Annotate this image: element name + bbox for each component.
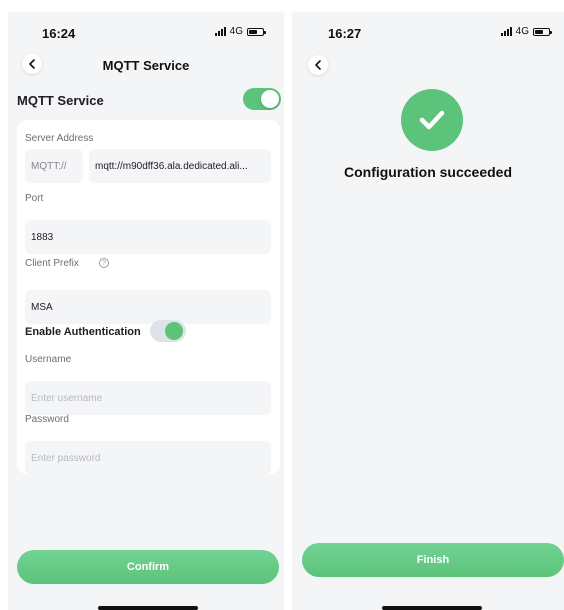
- home-indicator: [98, 606, 198, 610]
- home-indicator: [382, 606, 482, 610]
- mqtt-settings-screen: 16:24 4G MQTT Service MQTT Service Serve…: [8, 12, 284, 610]
- network-type: 4G: [515, 26, 529, 37]
- status-time: 16:27: [328, 26, 362, 41]
- port-input[interactable]: 1883: [25, 220, 271, 254]
- username-label: Username: [25, 354, 72, 365]
- section-title: MQTT Service: [17, 93, 104, 108]
- signal-icon: [214, 27, 226, 36]
- password-input[interactable]: Enter password: [25, 441, 271, 475]
- enable-authentication-toggle[interactable]: [150, 320, 186, 342]
- toggle-knob: [165, 322, 183, 340]
- signal-icon: [500, 27, 512, 36]
- port-label: Port: [25, 193, 44, 204]
- back-button[interactable]: [308, 55, 328, 75]
- network-type: 4G: [229, 26, 243, 37]
- client-prefix-label: Client Prefix: [25, 258, 79, 269]
- server-address-input[interactable]: mqtt://m90dff36.ala.dedicated.ali...: [89, 149, 271, 183]
- confirm-button[interactable]: Confirm: [17, 550, 279, 584]
- username-input[interactable]: Enter username: [25, 381, 271, 415]
- battery-icon: [533, 27, 552, 36]
- battery-icon: [247, 27, 266, 36]
- page-title: MQTT Service: [102, 58, 190, 73]
- status-time: 16:24: [42, 26, 76, 41]
- status-bar: 16:24 4G: [8, 12, 284, 52]
- enable-authentication-label: Enable Authentication: [25, 326, 141, 338]
- configuration-success-screen: 16:27 4G Configuration succeeded Finish: [292, 12, 564, 610]
- help-circle-icon[interactable]: ?: [99, 258, 109, 268]
- checkmark-icon: [419, 110, 445, 130]
- protocol-prefix-field[interactable]: MQTT://: [25, 149, 83, 183]
- status-bar: 16:27 4G: [292, 12, 564, 52]
- success-badge: [401, 89, 463, 151]
- finish-button[interactable]: Finish: [302, 543, 564, 577]
- success-message: Configuration succeeded: [343, 164, 513, 180]
- client-prefix-input[interactable]: MSA: [25, 290, 271, 324]
- server-address-label: Server Address: [25, 133, 94, 144]
- status-indicators: 4G: [214, 26, 266, 37]
- password-label: Password: [25, 414, 69, 425]
- mqtt-config-card: Server Address MQTT:// mqtt://m90dff36.a…: [17, 120, 280, 475]
- status-indicators: 4G: [500, 26, 552, 37]
- back-chevron-icon: [315, 60, 321, 70]
- toggle-knob: [261, 90, 279, 108]
- mqtt-service-toggle[interactable]: [243, 88, 281, 110]
